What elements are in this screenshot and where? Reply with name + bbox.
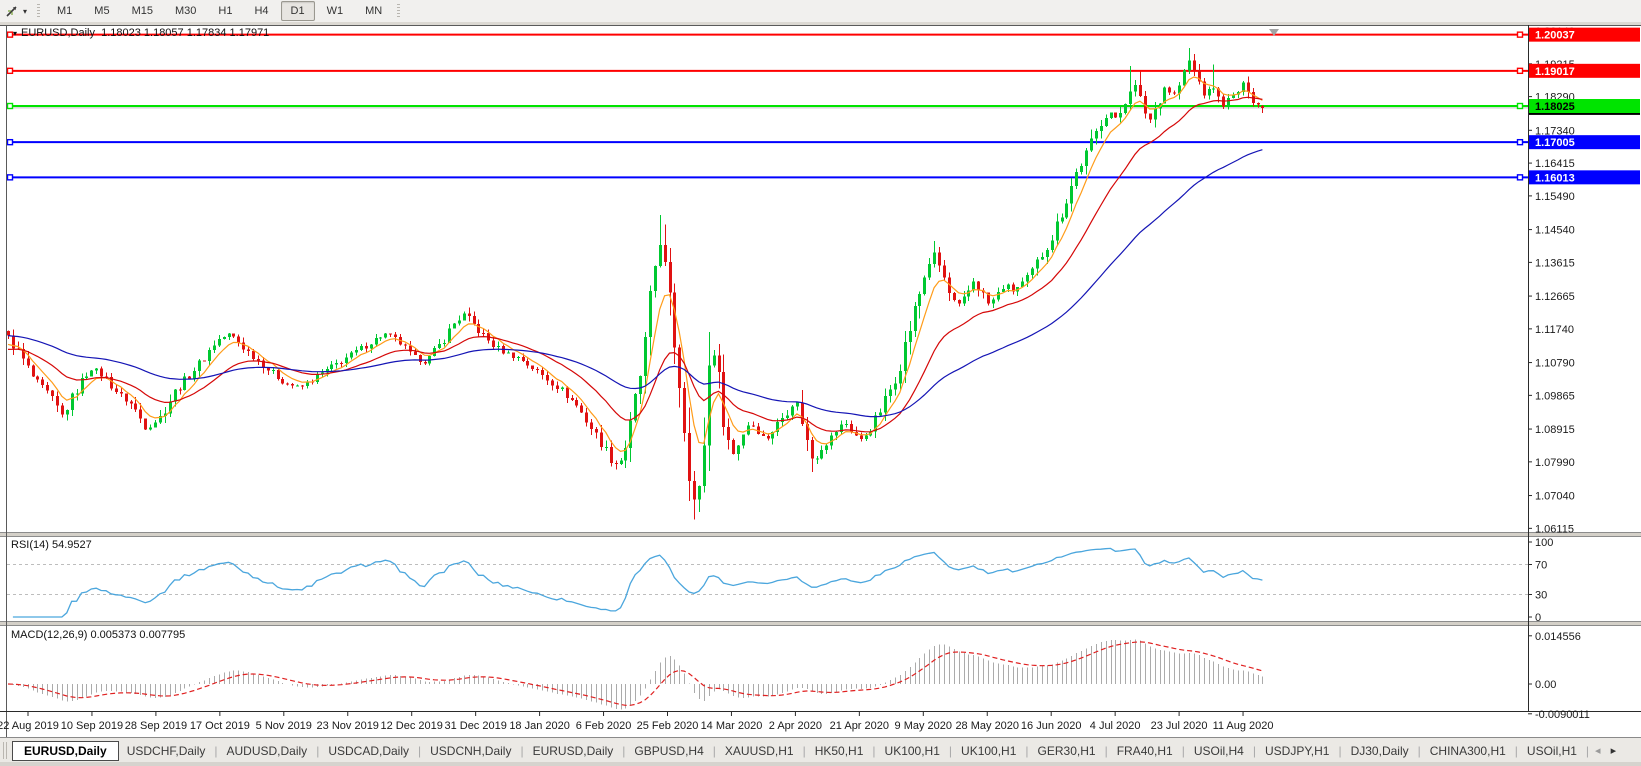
- date-axis-label: 31 Dec 2019: [444, 720, 506, 732]
- chart-area[interactable]: 1.201401.192151.182901.173401.164151.154…: [0, 0, 1641, 766]
- svg-text:1.19017: 1.19017: [1535, 66, 1575, 78]
- date-axis-label: 5 Nov 2019: [256, 720, 312, 732]
- date-axis-label: 10 Sep 2019: [61, 720, 123, 732]
- date-axis-label: 16 Jun 2020: [1021, 720, 1082, 732]
- macd-axis-tick: 0.00: [1535, 679, 1556, 691]
- date-axis-label: 18 Jan 2020: [509, 720, 570, 732]
- svg-text:1.16013: 1.16013: [1535, 172, 1575, 184]
- line-handle: [6, 138, 14, 146]
- date-axis-label: 23 Jul 2020: [1151, 720, 1208, 732]
- line-handle: [1516, 102, 1524, 110]
- date-axis-label: 17 Oct 2019: [190, 720, 250, 732]
- price-axis-tick: 1.10790: [1535, 358, 1575, 370]
- date-axis-label: 25 Feb 2020: [637, 720, 699, 732]
- line-handle: [6, 67, 14, 75]
- line-handle: [1516, 67, 1524, 75]
- price-axis-tick: 1.12665: [1535, 291, 1575, 303]
- price-axis-tick: 1.06115: [1535, 523, 1574, 535]
- svg-text:1.20037: 1.20037: [1535, 30, 1575, 42]
- date-axis-label: 9 May 2020: [895, 720, 952, 732]
- date-axis-label: 2 Apr 2020: [769, 720, 822, 732]
- line-handle: [6, 31, 14, 38]
- line-handle: [1516, 138, 1524, 146]
- mt4-window: ▾ M1M5M15M30H1H4D1W1MN 1.201401.192151.1…: [0, 0, 1641, 766]
- price-axis-tick: 1.07990: [1535, 457, 1575, 469]
- price-axis-tick: 1.07040: [1535, 491, 1575, 503]
- rsi-axis-tick: 30: [1535, 590, 1547, 602]
- line-handle: [6, 174, 14, 181]
- macd-axis-tick: -0.0090011: [1535, 709, 1590, 721]
- date-axis-label: 28 Sep 2019: [125, 720, 187, 732]
- date-axis-label: 28 May 2020: [955, 720, 1019, 732]
- date-axis-label: 21 Apr 2020: [830, 720, 889, 732]
- macd-axis-tick: 0.014556: [1535, 631, 1581, 643]
- rsi-axis-tick: 100: [1535, 537, 1553, 549]
- rsi-axis-tick: 70: [1535, 560, 1547, 572]
- price-axis-tick: 1.14540: [1535, 225, 1575, 237]
- rsi-axis-tick: 0: [1535, 612, 1541, 624]
- date-axis-label: 4 Jul 2020: [1090, 720, 1141, 732]
- date-axis-label: 6 Feb 2020: [576, 720, 632, 732]
- date-axis-label: 12 Dec 2019: [381, 720, 443, 732]
- date-axis-label: 23 Nov 2019: [317, 720, 379, 732]
- line-handle: [1516, 31, 1524, 38]
- line-handle: [6, 102, 14, 110]
- date-axis-label: 14 Mar 2020: [701, 720, 763, 732]
- price-axis-tick: 1.11740: [1535, 324, 1574, 336]
- svg-text:1.18025: 1.18025: [1535, 101, 1575, 113]
- price-axis-tick: 1.09865: [1535, 390, 1575, 402]
- price-axis-tick: 1.13615: [1535, 257, 1575, 269]
- price-axis-tick: 1.08915: [1535, 424, 1575, 436]
- date-axis-label: 11 Aug 2020: [1213, 720, 1274, 732]
- line-handle: [1516, 174, 1524, 181]
- svg-text:1.17005: 1.17005: [1535, 137, 1575, 149]
- price-axis-tick: 1.16415: [1535, 158, 1575, 170]
- date-axis-label: 22 Aug 2019: [0, 720, 59, 732]
- price-axis-tick: 1.15490: [1535, 191, 1575, 203]
